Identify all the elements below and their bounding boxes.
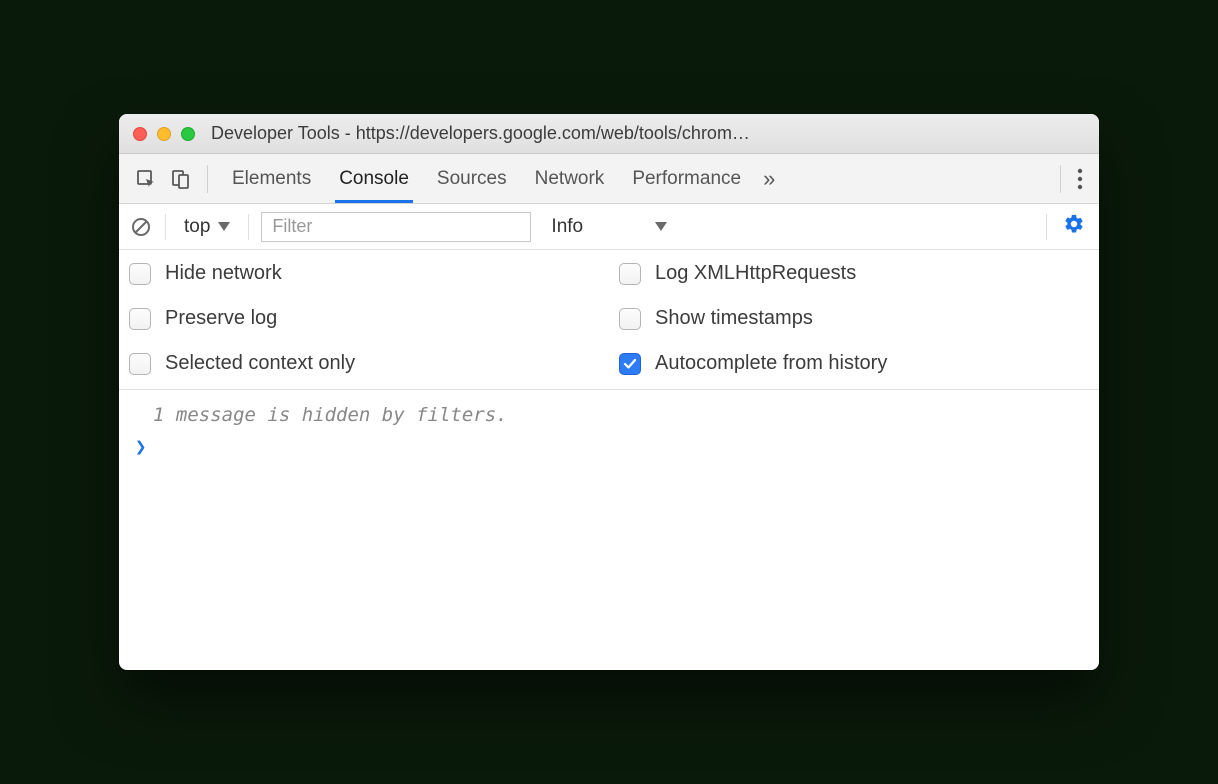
checkbox[interactable] [129,263,151,285]
checkbox[interactable] [619,353,641,375]
console-toolbar: top Info [119,204,1099,250]
setting-autocomplete-history[interactable]: Autocomplete from history [619,352,1089,375]
filter-input[interactable] [261,212,531,242]
setting-label: Hide network [165,262,282,285]
divider [207,165,208,193]
setting-hide-network[interactable]: Hide network [129,262,599,285]
device-toolbar-icon[interactable] [167,166,193,192]
setting-show-timestamps[interactable]: Show timestamps [619,307,1089,330]
close-window-button[interactable] [133,127,147,141]
checkbox[interactable] [619,263,641,285]
traffic-lights [133,127,195,141]
inspect-element-icon[interactable] [133,166,159,192]
minimize-window-button[interactable] [157,127,171,141]
setting-label: Log XMLHttpRequests [655,262,856,285]
checkbox[interactable] [619,308,641,330]
setting-preserve-log[interactable]: Preserve log [129,307,599,330]
zoom-window-button[interactable] [181,127,195,141]
tab-sources[interactable]: Sources [423,154,521,203]
divider [1060,165,1061,193]
setting-label: Selected context only [165,352,355,375]
titlebar: Developer Tools - https://developers.goo… [119,114,1099,154]
chevron-down-icon [218,222,230,231]
checkbox[interactable] [129,353,151,375]
devtools-tabbar: Elements Console Sources Network Perform… [119,154,1099,204]
setting-selected-context-only[interactable]: Selected context only [129,352,599,375]
devtools-menu-button[interactable] [1071,168,1089,190]
setting-label: Show timestamps [655,307,813,330]
setting-log-xhr[interactable]: Log XMLHttpRequests [619,262,1089,285]
separator [165,214,166,240]
clear-console-icon[interactable] [129,215,153,239]
setting-label: Preserve log [165,307,277,330]
separator [248,214,249,240]
context-label: top [184,216,210,238]
tab-elements[interactable]: Elements [218,154,325,203]
setting-label: Autocomplete from history [655,352,887,375]
console-output: 1 message is hidden by filters. ❯ [119,390,1099,670]
console-prompt[interactable]: ❯ [135,430,1083,464]
window-title: Developer Tools - https://developers.goo… [211,123,1085,144]
devtools-window: Developer Tools - https://developers.goo… [119,114,1099,670]
chevron-down-icon [655,222,667,231]
separator [1046,214,1047,240]
hidden-messages-notice: 1 message is hidden by filters. [135,400,1083,430]
tab-network[interactable]: Network [521,154,619,203]
log-level-selector[interactable]: Info [543,216,713,238]
log-level-label: Info [551,216,583,238]
context-selector[interactable]: top [178,216,236,238]
console-settings-icon[interactable] [1059,213,1089,240]
more-tabs-button[interactable]: » [755,166,783,192]
console-settings-panel: Hide network Log XMLHttpRequests Preserv… [119,250,1099,390]
checkbox[interactable] [129,308,151,330]
tab-performance[interactable]: Performance [618,154,755,203]
tab-console[interactable]: Console [325,154,423,203]
